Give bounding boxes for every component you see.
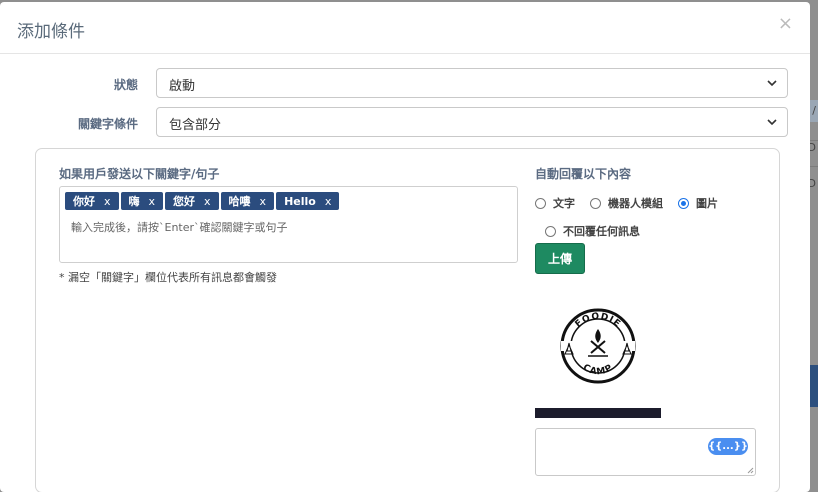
- keyword-tag-text: 嗨: [128, 195, 140, 208]
- radio-checked-icon[interactable]: [678, 197, 689, 209]
- upload-button[interactable]: 上傳: [535, 243, 585, 274]
- keyword-condition-row: 關鍵字條件 包含部分: [0, 107, 810, 137]
- no-reply-radio[interactable]: 不回覆任何訊息: [545, 223, 640, 239]
- reply-type-radio-group: 文字 機器人模組 圖片: [535, 195, 733, 211]
- keyword-tag-input[interactable]: 你好 x 嗨 x 您好 x 哈嘍 x Hello x 輸入完成後，請按`Ente…: [59, 186, 518, 263]
- remove-tag-button[interactable]: x: [104, 195, 111, 208]
- reply-message-textarea[interactable]: {{...}}: [535, 428, 756, 476]
- keyword-condition-select-value: 包含部分: [169, 118, 222, 133]
- foodie-camp-logo-image: FOODIE CAMP: [560, 308, 636, 384]
- keyword-tag-text: 哈嘍: [228, 195, 251, 208]
- reply-type-text-radio[interactable]: 文字: [535, 195, 575, 211]
- close-button[interactable]: ×: [778, 15, 793, 33]
- radio-icon[interactable]: [590, 197, 601, 209]
- keyword-tag-text: Hello: [284, 194, 316, 208]
- reply-type-image-radio[interactable]: 圖片: [678, 195, 718, 211]
- chevron-down-icon: [767, 119, 777, 126]
- auto-reply-title: 自動回覆以下內容: [535, 167, 632, 181]
- status-select-value: 啟動: [169, 79, 196, 94]
- keyword-tag: Hello x: [276, 192, 340, 210]
- keyword-tag-text: 您好: [173, 195, 196, 208]
- keyword-tag: 你好 x: [65, 192, 119, 210]
- remove-tag-button[interactable]: x: [260, 195, 267, 208]
- keyword-input-placeholder[interactable]: 輸入完成後，請按`Enter`確認關鍵字或句子: [71, 219, 288, 235]
- remove-tag-button[interactable]: x: [149, 195, 156, 208]
- remove-tag-button[interactable]: x: [325, 195, 332, 208]
- keyword-tag: 哈嘍 x: [220, 192, 275, 210]
- keyword-tag-list: 你好 x 嗨 x 您好 x 哈嘍 x Hello x: [65, 192, 340, 210]
- reply-type-bot-module-radio[interactable]: 機器人模組: [590, 195, 663, 211]
- reply-type-bot-module-label: 機器人模組: [608, 197, 663, 210]
- modal-header: 添加條件 ×: [0, 2, 810, 54]
- background-text: /: [812, 104, 816, 117]
- no-reply-radio-row: 不回覆任何訊息: [545, 223, 655, 239]
- keyword-tag: 您好 x: [165, 192, 219, 210]
- keywords-title: 如果用戶發送以下關鍵字/句子: [59, 167, 220, 181]
- keyword-tag: 嗨 x: [120, 192, 164, 210]
- keyword-hint: * 漏空「關鍵字」欄位代表所有訊息都會觸發: [59, 271, 277, 284]
- modal-title: 添加條件: [17, 22, 85, 42]
- status-select[interactable]: 啟動: [156, 68, 788, 98]
- insert-variable-button[interactable]: {{...}}: [708, 438, 748, 455]
- radio-icon[interactable]: [535, 197, 546, 209]
- status-row: 狀態 啟動: [0, 68, 810, 98]
- condition-panel: 如果用戶發送以下關鍵字/句子 你好 x 嗨 x 您好 x 哈嘍 x Hello …: [35, 148, 780, 492]
- keyword-condition-label: 關鍵字條件: [77, 117, 138, 131]
- reply-type-image-label: 圖片: [696, 197, 718, 210]
- remove-tag-button[interactable]: x: [204, 195, 211, 208]
- no-reply-label: 不回覆任何訊息: [563, 225, 640, 238]
- add-condition-modal: 添加條件 × 狀態 啟動 關鍵字條件 包含部分 如果用戶發送以下關鍵字/句子 你…: [0, 2, 810, 492]
- radio-icon[interactable]: [545, 225, 556, 237]
- keyword-tag-text: 你好: [73, 195, 95, 208]
- status-label: 狀態: [113, 78, 138, 92]
- keyword-condition-select[interactable]: 包含部分: [156, 107, 788, 137]
- reply-type-text-label: 文字: [553, 197, 575, 210]
- chevron-down-icon: [767, 80, 777, 87]
- uploaded-image-preview: [535, 408, 661, 418]
- resize-handle-icon[interactable]: [747, 467, 754, 474]
